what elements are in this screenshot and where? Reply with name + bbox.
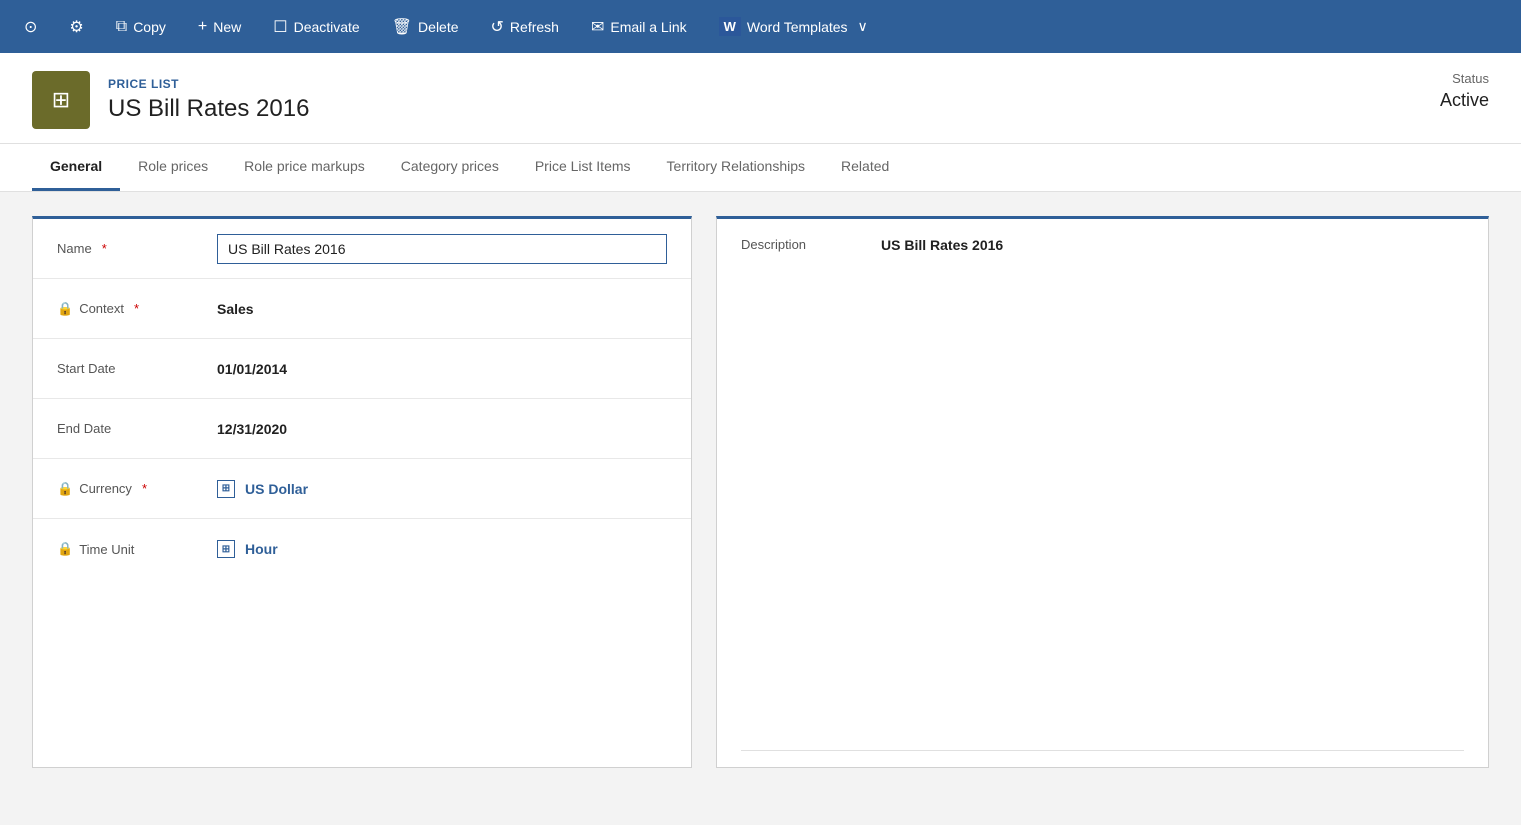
- tab-related[interactable]: Related: [823, 144, 907, 191]
- start-date-field-label: Start Date: [57, 361, 217, 376]
- context-required: *: [134, 301, 139, 316]
- tab-general[interactable]: General: [32, 144, 120, 191]
- currency-row: 🔒 Currency * ⊞ US Dollar: [33, 459, 691, 519]
- description-value: US Bill Rates 2016: [881, 237, 1464, 732]
- currency-required: *: [142, 481, 147, 496]
- copy-button[interactable]: ⧉ Copy: [100, 0, 182, 53]
- word-templates-label: Word Templates: [747, 19, 848, 35]
- tab-role-price-markups[interactable]: Role price markups: [226, 144, 383, 191]
- gear-button[interactable]: ⚙: [53, 0, 99, 53]
- page-title: US Bill Rates 2016: [108, 95, 309, 123]
- refresh-button[interactable]: ↺ Refresh: [475, 0, 575, 53]
- currency-field-icon: ⊞: [217, 480, 235, 498]
- description-panel: Description US Bill Rates 2016: [716, 216, 1489, 768]
- time-unit-row: 🔒 Time Unit ⊞ Hour: [33, 519, 691, 579]
- time-unit-field-label: 🔒 Time Unit: [57, 541, 217, 557]
- tab-role-prices[interactable]: Role prices: [120, 144, 226, 191]
- time-unit-lock-icon: 🔒: [57, 541, 73, 557]
- email-label: Email a Link: [610, 19, 686, 35]
- status-label: Status: [1440, 71, 1489, 86]
- new-label: New: [213, 19, 241, 35]
- nav-back-button[interactable]: ⊙: [8, 0, 53, 53]
- description-row: Description US Bill Rates 2016: [717, 219, 1488, 750]
- deactivate-icon: ☐: [273, 17, 287, 37]
- end-date-value: 12/31/2020: [217, 421, 667, 437]
- name-field-label: Name *: [57, 241, 217, 256]
- context-lock-icon: 🔒: [57, 301, 73, 317]
- status-value: Active: [1440, 90, 1489, 111]
- currency-lock-icon: 🔒: [57, 481, 73, 497]
- header-area: ⊞ PRICE LIST US Bill Rates 2016 Status A…: [0, 53, 1521, 144]
- content-area: Name * 🔒 Context * Sales Start Date 01/0…: [0, 192, 1521, 792]
- delete-label: Delete: [418, 19, 458, 35]
- header-right: Status Active: [1440, 71, 1489, 111]
- time-unit-value[interactable]: ⊞ Hour: [217, 540, 667, 558]
- tabs-bar: General Role prices Role price markups C…: [0, 144, 1521, 192]
- tab-territory-relationships[interactable]: Territory Relationships: [649, 144, 824, 191]
- deactivate-button[interactable]: ☐ Deactivate: [257, 0, 376, 53]
- refresh-label: Refresh: [510, 19, 559, 35]
- name-row: Name *: [33, 219, 691, 279]
- time-unit-field-icon: ⊞: [217, 540, 235, 558]
- delete-button[interactable]: 🗑 Delete: [376, 0, 475, 53]
- deactivate-label: Deactivate: [294, 19, 360, 35]
- header-left: ⊞ PRICE LIST US Bill Rates 2016: [32, 71, 309, 129]
- record-type-label: PRICE LIST: [108, 77, 309, 91]
- header-info: PRICE LIST US Bill Rates 2016: [108, 77, 309, 123]
- avatar: ⊞: [32, 71, 90, 129]
- word-templates-button[interactable]: W Word Templates ∨: [703, 0, 884, 53]
- gear-icon: ⚙: [69, 17, 83, 37]
- end-date-field-label: End Date: [57, 421, 217, 436]
- currency-value[interactable]: ⊞ US Dollar: [217, 480, 667, 498]
- delete-icon: 🗑: [392, 17, 412, 37]
- form-panel: Name * 🔒 Context * Sales Start Date 01/0…: [32, 216, 692, 768]
- word-icon: W: [719, 17, 741, 36]
- copy-label: Copy: [133, 19, 166, 35]
- new-button[interactable]: + New: [182, 0, 257, 53]
- description-label: Description: [741, 237, 881, 732]
- context-row: 🔒 Context * Sales: [33, 279, 691, 339]
- avatar-icon: ⊞: [52, 87, 70, 113]
- toolbar: ⊙ ⚙ ⧉ Copy + New ☐ Deactivate 🗑 Delete ↺…: [0, 0, 1521, 53]
- refresh-icon: ↺: [491, 17, 504, 37]
- start-date-value: 01/01/2014: [217, 361, 667, 377]
- description-divider: [741, 750, 1464, 751]
- email-icon: ✉: [591, 17, 604, 37]
- name-input[interactable]: [217, 234, 667, 264]
- context-field-label: 🔒 Context *: [57, 301, 217, 317]
- tab-category-prices[interactable]: Category prices: [383, 144, 517, 191]
- new-icon: +: [198, 18, 207, 36]
- copy-icon: ⧉: [116, 18, 127, 36]
- end-date-row: End Date 12/31/2020: [33, 399, 691, 459]
- currency-field-label: 🔒 Currency *: [57, 481, 217, 497]
- email-link-button[interactable]: ✉ Email a Link: [575, 0, 703, 53]
- word-templates-dropdown-icon: ∨: [858, 18, 868, 35]
- tab-price-list-items[interactable]: Price List Items: [517, 144, 649, 191]
- context-value: Sales: [217, 301, 667, 317]
- nav-back-icon: ⊙: [24, 17, 37, 37]
- start-date-row: Start Date 01/01/2014: [33, 339, 691, 399]
- name-required: *: [102, 241, 107, 256]
